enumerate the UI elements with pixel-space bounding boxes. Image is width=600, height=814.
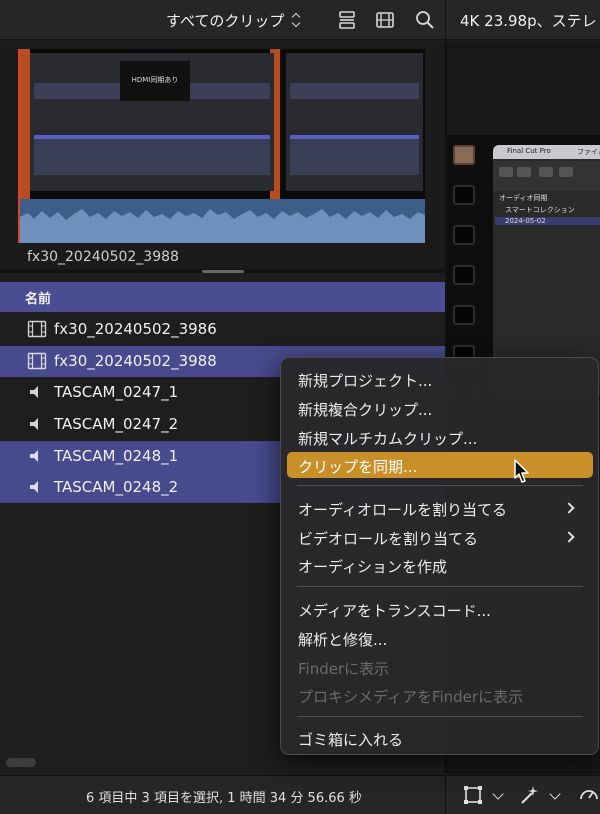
project-format-label: 4K 23.98p、ステレ <box>460 12 597 30</box>
recorded-sidebar: オーディオ同期 スマートコレクション 2024-05-02 <box>493 191 600 251</box>
sidebar-item: 2024-05-02 <box>495 217 600 225</box>
thumbnail-viewer: HDMI同期あり <box>120 61 190 101</box>
menu-item-label: Finderに表示 <box>298 660 390 678</box>
chevron-updown-icon <box>291 12 301 28</box>
menu-item-label: 新規マルチカムクリップ... <box>298 430 478 448</box>
menu-item-label: 新規プロジェクト... <box>298 372 433 390</box>
menu-item-assign-audio-roles[interactable]: オーディオロールを割り当てる <box>287 495 593 521</box>
menu-item-analyze-and-fix[interactable]: 解析と修復... <box>287 625 593 651</box>
toolbar-divider <box>445 0 446 40</box>
menu-item-label: クリップを同期... <box>298 458 418 476</box>
menu-item-move-to-trash[interactable]: ゴミ箱に入れる <box>287 725 593 751</box>
menu-item-new-project[interactable]: 新規プロジェクト... <box>287 366 593 392</box>
film-icon <box>27 320 47 338</box>
menu-item-label: ゴミ箱に入れる <box>298 731 404 749</box>
chevron-right-icon <box>563 531 575 543</box>
search-icon[interactable] <box>414 9 436 31</box>
speaker-icon <box>30 481 38 493</box>
menu-separator <box>297 716 583 717</box>
thumbnail-band <box>290 83 419 99</box>
menu-item-label: 新規複合クリップ... <box>298 401 433 419</box>
recorded-toolbar <box>493 161 600 191</box>
clip-preview: HDMI同期あり fx30_20240502_3988 <box>0 41 445 273</box>
video-thumbnail <box>282 49 425 199</box>
film-icon <box>27 352 47 370</box>
speaker-icon <box>30 450 38 462</box>
clip-row[interactable]: fx30_20240502_3986 <box>0 314 445 345</box>
clip-name: TASCAM_0248_2 <box>54 478 179 496</box>
menubar-app-name: Final Cut Pro <box>507 147 551 155</box>
mini-button <box>517 167 531 177</box>
thumbnail-timeline <box>34 139 270 175</box>
clip-name: TASCAM_0247_2 <box>54 415 179 433</box>
chevron-down-icon[interactable] <box>549 788 561 800</box>
menubar-file: ファイル <box>577 148 600 156</box>
status-divider <box>445 776 446 814</box>
sprocket-hole <box>453 145 475 165</box>
menu-separator <box>297 586 583 587</box>
sidebar-item: オーディオ同期 <box>499 194 548 202</box>
thumbnail-screen <box>286 53 423 191</box>
menu-item-transcode-media[interactable]: メディアをトランスコード... <box>287 596 593 622</box>
menu-item-new-compound-clip[interactable]: 新規複合クリップ... <box>287 395 593 421</box>
orange-edge <box>20 49 30 199</box>
menu-separator <box>297 485 583 486</box>
menu-item-label: オーディオロールを割り当てる <box>298 501 507 519</box>
list-header-name[interactable]: 名前 <box>0 282 445 312</box>
menu-item-label: オーディションを作成 <box>298 558 447 576</box>
sprocket-hole <box>453 225 475 245</box>
video-thumbnail: HDMI同期あり <box>20 49 280 199</box>
transform-icon[interactable] <box>462 784 484 806</box>
recorded-menubar: Final Cut Pro ファイル <box>493 145 600 159</box>
sprocket-hole <box>453 305 475 325</box>
mini-button <box>539 167 553 177</box>
clip-name: fx30_20240502_3988 <box>54 352 217 370</box>
clip-name: fx30_20240502_3986 <box>54 320 217 338</box>
menu-item-label: メディアをトランスコード... <box>298 602 491 620</box>
column-header-label: 名前 <box>25 292 52 307</box>
filmstrip-icon[interactable] <box>374 9 396 31</box>
clip-filter-dropdown[interactable]: すべてのクリップ <box>166 9 301 31</box>
sprocket-hole <box>453 185 475 205</box>
layout-icon[interactable] <box>336 9 358 31</box>
selection-status: 6 項目中 3 項目を選択, 1 時間 34 分 56.66 秒 <box>86 791 362 806</box>
menu-item-label: ビデオロールを割り当てる <box>298 530 479 548</box>
sidebar-item: スマートコレクション <box>505 206 575 214</box>
speaker-icon <box>30 386 38 398</box>
status-bar: 6 項目中 3 項目を選択, 1 時間 34 分 56.66 秒 <box>0 775 600 814</box>
preview-clip-name: fx30_20240502_3988 <box>27 249 179 265</box>
speaker-icon <box>30 418 38 430</box>
menu-item-synchronize-clips[interactable]: クリップを同期... <box>287 452 593 478</box>
clip-name: TASCAM_0248_1 <box>54 447 179 465</box>
menu-item-label: プロキシメディアをFinderに表示 <box>298 688 524 706</box>
sprocket-hole <box>453 265 475 285</box>
menu-item-assign-video-roles[interactable]: ビデオロールを割り当てる <box>287 524 593 550</box>
speedometer-icon[interactable] <box>578 784 600 806</box>
menu-item-reveal-proxy-in-finder[interactable]: プロキシメディアをFinderに表示 <box>287 682 593 708</box>
chevron-down-icon[interactable] <box>492 788 504 800</box>
audio-waveform <box>20 199 425 243</box>
browser-toolbar: すべてのクリップ 4K 23.98p、ステレ <box>0 0 600 40</box>
chevron-right-icon <box>563 502 575 514</box>
clip-name: TASCAM_0247_1 <box>54 383 179 401</box>
menu-item-label: 解析と修復... <box>298 631 388 649</box>
clip-context-menu: 新規プロジェクト... 新規複合クリップ... 新規マルチカムクリップ... ク… <box>280 357 599 755</box>
menu-item-reveal-in-finder[interactable]: Finderに表示 <box>287 654 593 680</box>
mini-button <box>559 167 573 177</box>
thumbnail-text: HDMI同期あり <box>131 76 179 84</box>
horizontal-scrollbar[interactable] <box>6 758 36 767</box>
menu-item-create-audition[interactable]: オーディションを作成 <box>287 552 593 578</box>
thumbnail-screen: HDMI同期あり <box>30 53 274 191</box>
clip-filmstrip[interactable]: HDMI同期あり <box>18 49 425 243</box>
thumbnail-timeline <box>290 139 419 175</box>
menu-item-new-multicam-clip[interactable]: 新規マルチカムクリップ... <box>287 424 593 450</box>
preview-resize-handle[interactable] <box>0 269 445 273</box>
mini-button <box>499 167 513 177</box>
clip-filter-label: すべてのクリップ <box>166 11 285 30</box>
mouse-pointer-icon <box>514 459 529 483</box>
magic-wand-icon[interactable] <box>518 784 540 806</box>
